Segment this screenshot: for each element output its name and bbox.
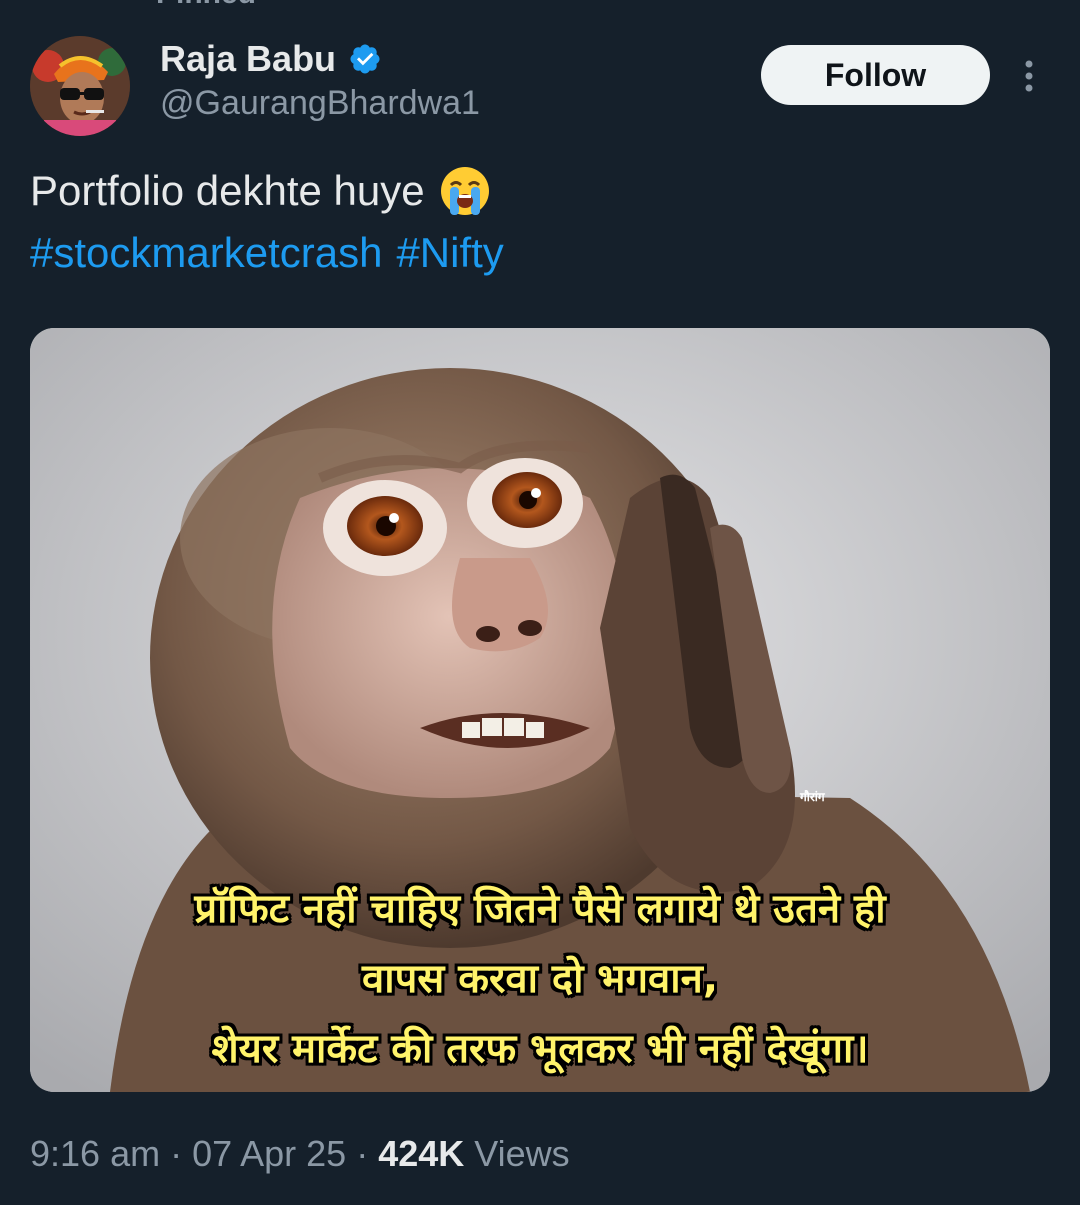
tweet-date[interactable]: 07 Apr 25 — [192, 1133, 346, 1175]
author-handle[interactable]: @GaurangBhardwa1 — [160, 84, 480, 123]
tweet-time[interactable]: 9:16 am — [30, 1133, 160, 1175]
tweet-meta: 9:16 am · 07 Apr 25 · 424K Views — [30, 1128, 570, 1180]
hashtag-link[interactable]: #Nifty — [396, 222, 503, 284]
more-options-icon[interactable] — [1014, 58, 1044, 94]
views-label[interactable]: Views — [474, 1133, 569, 1175]
avatar-image — [30, 36, 130, 136]
author-display-name[interactable]: Raja Babu — [160, 38, 336, 80]
tweet-text: Portfolio dekhte huye #stockmarketcrash … — [30, 160, 1050, 284]
caption-line: प्रॉफिट नहीं चाहिए जितने पैसे लगाये थे उ… — [194, 886, 886, 932]
meta-separator: · — [170, 1133, 183, 1174]
meta-separator: · — [356, 1133, 369, 1174]
image-watermark: गौरांग — [800, 790, 825, 804]
verified-badge-icon[interactable] — [348, 42, 382, 76]
avatar[interactable] — [30, 36, 130, 136]
follow-button[interactable]: Follow — [761, 45, 990, 105]
tweet-header: Raja Babu @GaurangBhardwa1 Follow — [0, 0, 1080, 150]
hashtag-link[interactable]: #stockmarketcrash — [30, 222, 382, 284]
views-count[interactable]: 424K — [378, 1133, 464, 1175]
loudly-crying-face-icon — [440, 167, 489, 215]
author-info[interactable]: Raja Babu @GaurangBhardwa1 — [160, 38, 480, 123]
caption-line: वापस करवा दो भगवान, — [361, 956, 719, 1002]
image-caption: प्रॉफिट नहीं चाहिए जितने पैसे लगाये थे उ… — [0, 874, 1080, 1084]
caption-line: शेयर मार्केट की तरफ भूलकर भी नहीं देखूंग… — [211, 1026, 869, 1072]
tweet-body: Portfolio dekhte huye — [30, 167, 425, 214]
